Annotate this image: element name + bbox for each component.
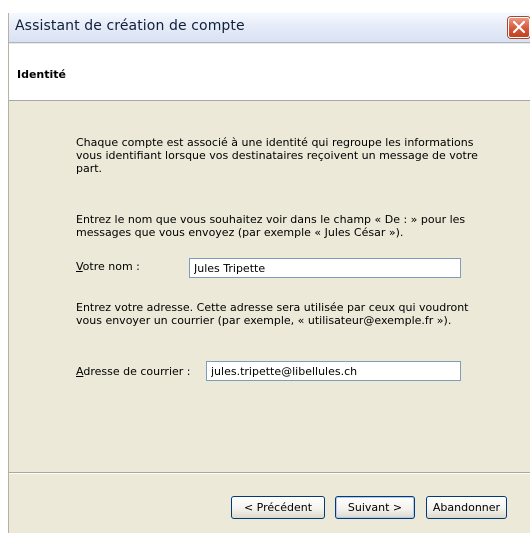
name-label-accel: V xyxy=(76,260,83,273)
page-title: Identité xyxy=(17,68,67,81)
cancel-button[interactable]: Abandonner xyxy=(426,496,507,519)
title-bar[interactable]: Assistant de création de compte xyxy=(9,13,530,43)
next-button[interactable]: Suivant > xyxy=(335,496,415,519)
account-wizard-window: Assistant de création de compte Identité… xyxy=(8,13,530,533)
email-label: Adresse de courrier : xyxy=(76,365,191,378)
name-label: Votre nom : xyxy=(76,260,140,273)
name-label-text: otre nom : xyxy=(82,260,140,273)
previous-button[interactable]: < Précédent xyxy=(231,496,325,519)
wizard-content: Chaque compte est associé à une identité… xyxy=(9,102,530,472)
name-input[interactable] xyxy=(189,258,461,278)
intro-text: Chaque compte est associé à une identité… xyxy=(76,136,478,175)
close-icon xyxy=(513,21,525,33)
close-button[interactable] xyxy=(508,17,530,38)
name-instructions: Entrez le nom que vous souhaitez voir da… xyxy=(76,213,466,239)
window-title: Assistant de création de compte xyxy=(15,18,245,34)
button-separator xyxy=(9,472,530,474)
email-input[interactable] xyxy=(206,361,461,381)
wizard-header: Identité xyxy=(9,44,530,101)
email-label-text: dresse de courrier : xyxy=(83,365,191,378)
email-instructions: Entrez votre adresse. Cette adresse sera… xyxy=(76,301,469,327)
